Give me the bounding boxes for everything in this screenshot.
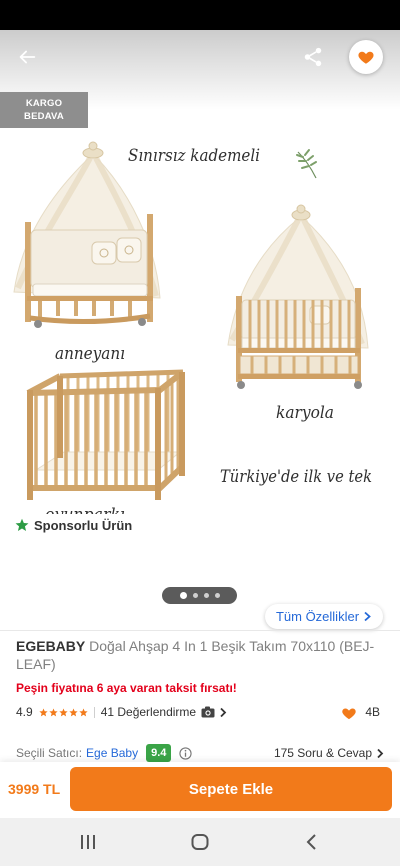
heart-icon: [358, 51, 374, 64]
home-icon[interactable]: [188, 830, 212, 854]
product-title: EGEBABY Doğal Ahşap 4 In 1 Beşik Takım 7…: [16, 637, 384, 673]
favorite-button[interactable]: [349, 40, 383, 74]
favorite-count: 4B: [341, 704, 380, 720]
all-features-button[interactable]: Tüm Özellikler: [265, 604, 383, 629]
leaf-icon: [296, 149, 317, 179]
qa-label: 175 Soru & Cevap: [273, 746, 372, 760]
share-button[interactable]: [296, 40, 330, 74]
carousel-dot[interactable]: [192, 593, 198, 598]
rating-score: 4.9: [16, 705, 33, 719]
rating-star-icon: [49, 707, 58, 716]
questions-answers-link[interactable]: 175 Soru & Cevap: [274, 743, 384, 763]
free-shipping-badge: KARGO BEDAVA: [0, 92, 88, 128]
badge-line-1: KARGO: [25, 98, 63, 109]
rating-star-icon: [39, 707, 48, 716]
heart-icon: [342, 708, 357, 719]
camera-icon: [201, 706, 215, 718]
separator: [93, 706, 95, 718]
installment-promo: Peşin fiyatına 6 aya varan taksit fırsat…: [16, 681, 237, 695]
badge-line-2: BEDAVA: [24, 111, 64, 122]
caption-unlimited-levels: Sınırsız kademeli: [128, 146, 260, 166]
divider: [0, 630, 400, 631]
sponsored-text: Sponsorlu Ürün: [34, 517, 133, 533]
caption-first-in-turkey: Türkiye'de ilk ve tek: [220, 467, 372, 487]
status-bar: [0, 0, 400, 30]
star-icon: [15, 518, 29, 532]
share-icon: [304, 47, 322, 67]
chevron-right-icon: [377, 748, 384, 758]
rating-star-icon: [59, 707, 68, 716]
caption-bedside: anneyanı: [55, 344, 125, 364]
system-navigation-bar: [0, 818, 400, 866]
chevron-right-icon: [364, 611, 371, 622]
back-button[interactable]: [10, 40, 44, 74]
carousel-indicator[interactable]: [162, 587, 237, 604]
rating-summary[interactable]: 4.9 41 Değerlendirme: [16, 704, 227, 720]
brand-name[interactable]: EGEBABY: [16, 638, 85, 654]
playpen-illustration: [26, 369, 186, 500]
seller-label: Seçili Satıcı:: [16, 746, 83, 760]
chevron-right-icon: [220, 707, 227, 717]
back-icon[interactable]: [300, 830, 324, 854]
arrow-left-icon: [19, 50, 36, 64]
info-icon[interactable]: [179, 746, 193, 760]
carousel-dot[interactable]: [214, 593, 220, 598]
add-to-cart-button[interactable]: Sepete Ekle: [70, 767, 392, 811]
selected-seller: Seçili Satıcı: Ege Baby 9.4: [16, 743, 193, 763]
rating-stars: [39, 707, 88, 717]
carousel-dot[interactable]: [179, 592, 187, 599]
seller-score-badge: 9.4: [146, 744, 172, 762]
price: 3999 TL: [8, 781, 61, 797]
all-features-label: Tüm Özellikler: [275, 609, 360, 624]
carousel-dot[interactable]: [203, 593, 209, 598]
convertible-bed-illustration: [227, 204, 369, 389]
favorite-count-value: 4B: [365, 705, 380, 719]
rating-star-icon: [69, 707, 78, 716]
bedside-crib-illustration: [13, 141, 161, 328]
caption-bed: karyola: [276, 403, 334, 423]
seller-name-link[interactable]: Ege Baby: [86, 746, 138, 760]
review-count[interactable]: 41 Değerlendirme: [101, 705, 196, 719]
recent-apps-icon[interactable]: [76, 830, 100, 854]
rating-star-icon: [79, 707, 88, 716]
add-to-cart-bar: 3999 TL Sepete Ekle: [0, 762, 400, 818]
sponsored-label: Sponsorlu Ürün: [15, 516, 132, 534]
